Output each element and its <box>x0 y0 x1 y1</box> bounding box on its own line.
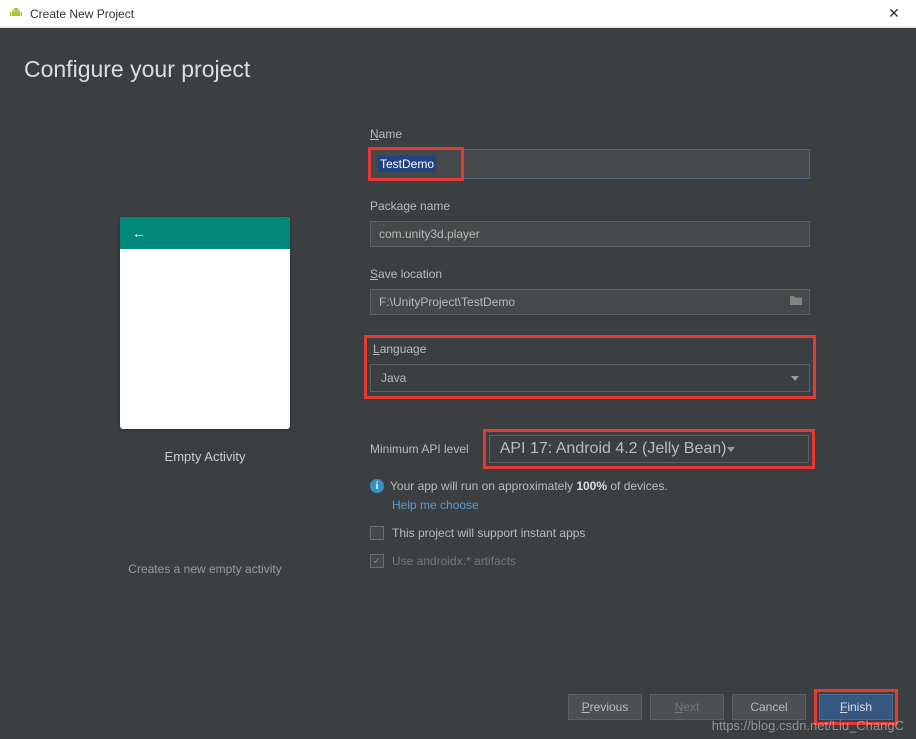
previous-button[interactable]: Previous <box>568 694 642 720</box>
api-level-dropdown[interactable]: API 17: Android 4.2 (Jelly Bean) <box>489 435 809 463</box>
chevron-down-icon <box>727 447 735 452</box>
package-label: Package name <box>370 199 876 213</box>
back-arrow-icon: ← <box>132 225 146 241</box>
template-preview-panel: ← Empty Activity Creates a new empty act… <box>40 121 370 576</box>
save-location-input[interactable]: F:\UnityProject\TestDemo <box>370 289 810 315</box>
androidx-checkbox-row: Use androidx.* artifacts <box>370 554 876 568</box>
language-label: Language <box>373 342 810 356</box>
checkbox-icon[interactable] <box>370 526 384 540</box>
info-icon: i <box>370 479 384 493</box>
finish-button[interactable]: Finish <box>819 694 893 720</box>
window-title: Create New Project <box>30 7 880 21</box>
checkbox-checked-icon <box>370 554 384 568</box>
api-level-label: Minimum API level <box>370 442 469 456</box>
package-input[interactable] <box>370 221 810 247</box>
language-dropdown[interactable]: Java <box>370 364 810 392</box>
page-title: Configure your project <box>0 28 916 83</box>
help-me-choose-link[interactable]: Help me choose <box>392 498 876 512</box>
form-panel: Name TestDemo Package name Save location… <box>370 121 876 576</box>
save-location-label: Save location <box>370 267 876 281</box>
close-icon[interactable]: ✕ <box>880 0 908 28</box>
instant-apps-checkbox-row[interactable]: This project will support instant apps <box>370 526 876 540</box>
highlight-annotation: Finish <box>814 689 898 725</box>
highlight-annotation: API 17: Android 4.2 (Jelly Bean) <box>483 429 815 469</box>
name-input[interactable]: TestDemo <box>370 149 810 179</box>
compatibility-info: i Your app will run on approximately 100… <box>370 479 876 493</box>
phone-header: ← <box>120 217 290 249</box>
chevron-down-icon <box>791 376 799 381</box>
button-bar: Previous Next Cancel Finish <box>568 689 898 725</box>
name-label: Name <box>370 127 876 141</box>
highlight-annotation: Language Java <box>364 335 816 399</box>
cancel-button[interactable]: Cancel <box>732 694 806 720</box>
titlebar: Create New Project ✕ <box>0 0 916 28</box>
phone-preview: ← <box>120 217 290 429</box>
next-button: Next <box>650 694 724 720</box>
template-name: Empty Activity <box>165 449 246 464</box>
android-logo-icon <box>8 6 24 22</box>
folder-icon[interactable] <box>789 293 803 311</box>
template-description: Creates a new empty activity <box>128 562 281 576</box>
content-area: Configure your project ← Empty Activity … <box>0 28 916 739</box>
